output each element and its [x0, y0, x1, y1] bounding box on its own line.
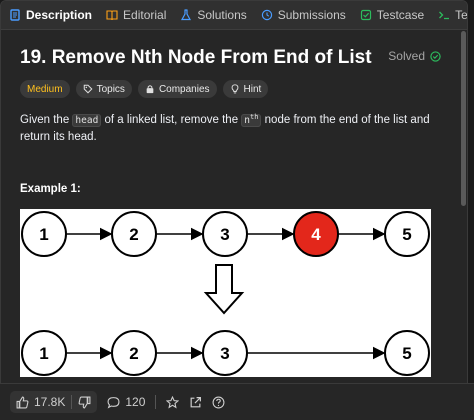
- code-sup: th: [250, 113, 259, 121]
- comment-icon: [107, 396, 120, 408]
- vote-group: 17.8K: [10, 391, 98, 413]
- code-n: nth: [241, 113, 262, 128]
- tab-label: Editorial: [123, 8, 167, 22]
- result-list-node-label: 2: [129, 344, 138, 363]
- result-list-node-label: 1: [39, 344, 48, 363]
- tab-description[interactable]: Description: [1, 1, 98, 29]
- problem-title: 19. Remove Nth Node From End of List: [20, 47, 372, 68]
- difficulty-label: Medium: [27, 83, 63, 95]
- tab-solutions[interactable]: Solutions: [172, 1, 252, 29]
- tab-label: Submissions: [277, 8, 346, 22]
- desc-text: of a linked list, remove the: [101, 114, 242, 127]
- tab-test-result[interactable]: Test Resul: [430, 1, 467, 29]
- terminal-icon: [439, 11, 450, 20]
- tab-bar: Description Editorial Solutions Submissi…: [1, 1, 467, 30]
- tab-submissions[interactable]: Submissions: [253, 1, 352, 29]
- companies-label: Companies: [158, 83, 210, 95]
- result-list-node-label: 5: [402, 344, 411, 363]
- description-icon: [10, 9, 20, 21]
- thumbs-up-icon: [16, 396, 29, 408]
- top-list-node-label: 2: [129, 225, 138, 244]
- check-circle-icon: [430, 50, 441, 62]
- flask-icon: [181, 9, 192, 21]
- top-list-node-label: 4: [311, 225, 321, 244]
- footer-divider: [155, 395, 157, 409]
- desc-text: Given the: [20, 114, 73, 127]
- companies-tag[interactable]: Companies: [137, 80, 217, 98]
- result-list-node-label: 3: [220, 344, 229, 363]
- checkbox-icon: [360, 9, 371, 21]
- tag-icon: [83, 84, 93, 94]
- comments-button[interactable]: 120: [107, 395, 145, 409]
- scrollbar[interactable]: [461, 31, 466, 206]
- vote-divider: [71, 395, 73, 409]
- code-head: head: [72, 114, 102, 128]
- topics-label: Topics: [96, 83, 125, 95]
- solved-status: Solved: [388, 49, 441, 63]
- difficulty-badge[interactable]: Medium: [20, 80, 70, 98]
- star-icon: [166, 395, 180, 409]
- external-link-icon: [190, 396, 202, 407]
- history-icon: [261, 9, 272, 21]
- tab-label: Solutions: [197, 8, 247, 22]
- tab-label: Testcase: [376, 8, 425, 22]
- tab-editorial[interactable]: Editorial: [98, 1, 172, 29]
- dislike-button[interactable]: [78, 396, 91, 409]
- tag-row: Medium Topics Companies Hint: [20, 80, 269, 98]
- book-icon: [106, 10, 118, 21]
- like-count: 17.8K: [34, 395, 66, 409]
- lightbulb-icon: [231, 84, 238, 94]
- hint-tag[interactable]: Hint: [222, 80, 269, 98]
- top-list-node-label: 5: [402, 225, 411, 244]
- example-heading: Example 1:: [20, 183, 81, 195]
- problem-panel: Description Editorial Solutions Submissi…: [0, 0, 468, 418]
- like-button[interactable]: 17.8K: [16, 395, 65, 409]
- top-list-node-label: 1: [39, 225, 48, 244]
- tab-label: Description: [26, 8, 93, 22]
- hint-label: Hint: [243, 83, 262, 95]
- bottom-action-bar: 17.8K 120: [0, 383, 474, 420]
- help-icon: [212, 396, 225, 408]
- tab-label: Test Resul: [455, 8, 467, 22]
- topics-tag[interactable]: Topics: [75, 80, 132, 98]
- linked-list-diagram: 1 2 3 4 5 1 2 3 5: [20, 209, 431, 377]
- favorite-button[interactable]: [166, 395, 180, 409]
- share-button[interactable]: [189, 396, 202, 409]
- down-arrow-icon: [203, 264, 245, 315]
- lock-icon: [146, 85, 154, 94]
- comment-count: 120: [125, 395, 146, 409]
- solved-label: Solved: [388, 49, 425, 63]
- thumbs-down-icon: [78, 396, 91, 408]
- help-button[interactable]: [212, 396, 225, 409]
- top-list-node-label: 3: [220, 225, 229, 244]
- problem-description: Given the head of a linked list, remove …: [20, 109, 440, 146]
- tab-testcase[interactable]: Testcase: [352, 1, 430, 29]
